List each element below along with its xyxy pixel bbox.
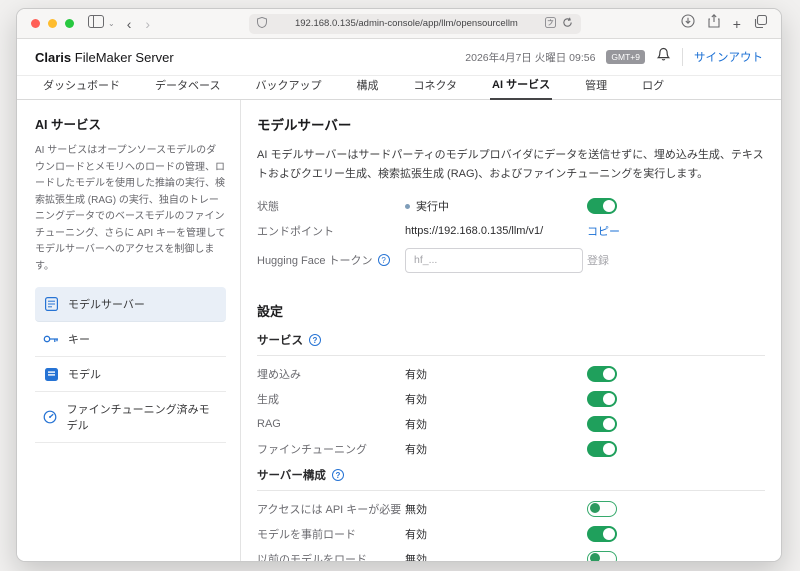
sidebar-item-keys[interactable]: キー xyxy=(35,322,226,357)
ai-services-sidebar: AI サービス AI サービスはオープンソースモデルのダウンロードとメモリへのロ… xyxy=(17,100,241,561)
tab-configuration[interactable]: 構成 xyxy=(354,77,380,99)
page-title: モデルサーバー xyxy=(257,114,765,134)
register-button[interactable]: 登録 xyxy=(587,252,609,268)
notifications-bell-icon[interactable] xyxy=(656,47,671,67)
tab-databases[interactable]: データベース xyxy=(153,77,222,99)
server-config-section-heading: サーバー構成? xyxy=(257,467,765,491)
browser-window: ⌄ ‹ › 192.168.0.135/admin-console/app/ll… xyxy=(16,8,782,562)
status-row: 状態 実行中 xyxy=(257,193,765,218)
sidebar-item-models[interactable]: モデル xyxy=(35,357,226,392)
share-icon[interactable] xyxy=(708,14,720,33)
sidebar-item-label: キー xyxy=(68,331,90,347)
back-button[interactable]: ‹ xyxy=(127,17,132,31)
service-row-rag: RAG 有効 xyxy=(257,411,765,436)
settings-title: 設定 xyxy=(257,301,765,320)
timezone-badge: GMT+9 xyxy=(606,50,645,64)
api-key-required-toggle[interactable] xyxy=(587,501,617,517)
hf-token-label: Hugging Face トークン xyxy=(257,252,373,268)
rag-toggle[interactable] xyxy=(587,416,617,432)
zoom-window-button[interactable] xyxy=(65,19,74,28)
signout-button[interactable]: サインアウト xyxy=(694,49,763,65)
server-config-help-icon[interactable]: ? xyxy=(332,469,344,481)
tab-connectors[interactable]: コネクタ xyxy=(411,77,459,99)
hf-token-input[interactable] xyxy=(405,248,583,273)
preload-models-toggle[interactable] xyxy=(587,526,617,542)
endpoint-row: エンドポイント https://192.168.0.135/llm/v1/ コピ… xyxy=(257,218,765,243)
brand-claris: Claris xyxy=(35,50,71,65)
tab-ai-services[interactable]: AI サービス xyxy=(490,76,552,100)
shield-icon xyxy=(257,15,267,33)
embeddings-toggle[interactable] xyxy=(587,366,617,382)
url-text: 192.168.0.135/admin-console/app/llm/open… xyxy=(273,18,539,29)
service-row-finetuning: ファインチューニング 有効 xyxy=(257,436,765,461)
reload-icon[interactable] xyxy=(562,15,573,33)
hf-token-help-icon[interactable]: ? xyxy=(378,254,390,266)
tab-logs[interactable]: ログ xyxy=(640,77,666,99)
endpoint-label: エンドポイント xyxy=(257,223,405,239)
server-datetime: 2026年4月7日 火曜日 09:56 xyxy=(465,50,595,65)
status-value: 実行中 xyxy=(405,198,587,214)
brand-product: FileMaker Server xyxy=(71,50,174,65)
page-description: AI モデルサーバーはサードパーティのモデルプロバイダにデータを送信せずに、埋め… xyxy=(257,146,765,183)
sidebar-item-finetuned-models[interactable]: ファインチューニング済みモデル xyxy=(35,392,226,443)
model-server-panel: モデルサーバー AI モデルサーバーはサードパーティのモデルプロバイダにデータを… xyxy=(241,100,781,561)
address-bar[interactable]: 192.168.0.135/admin-console/app/llm/open… xyxy=(249,14,581,34)
tab-dashboard[interactable]: ダッシュボード xyxy=(41,77,122,99)
main-nav: ダッシュボード データベース バックアップ 構成 コネクタ AI サービス 管理… xyxy=(17,76,781,100)
sidebar-title: AI サービス xyxy=(35,114,226,133)
model-server-icon xyxy=(43,297,59,311)
load-previous-models-toggle[interactable] xyxy=(587,551,617,561)
tab-backup[interactable]: バックアップ xyxy=(253,77,323,99)
downloads-icon[interactable] xyxy=(681,14,695,33)
copy-endpoint-button[interactable]: コピー xyxy=(587,223,620,239)
services-section-heading: サービス? xyxy=(257,332,765,356)
status-dot-icon xyxy=(405,204,410,209)
app-title: Claris FileMaker Server xyxy=(35,50,174,65)
status-label: 状態 xyxy=(257,198,405,214)
forward-button[interactable]: › xyxy=(145,17,150,31)
app-header: Claris FileMaker Server 2026年4月7日 火曜日 09… xyxy=(17,39,781,76)
hf-token-row: Hugging Face トークン? 登録 xyxy=(257,243,765,277)
service-row-generation: 生成 有効 xyxy=(257,386,765,411)
gauge-icon xyxy=(43,410,58,424)
sidebar-item-label: モデルサーバー xyxy=(68,296,145,312)
config-row-preload-models: モデルを事前ロード 有効 xyxy=(257,521,765,546)
close-window-button[interactable] xyxy=(31,19,40,28)
sidebar-description: AI サービスはオープンソースモデルのダウンロードとメモリへのロードの管理、ロー… xyxy=(35,143,226,275)
models-icon xyxy=(43,368,59,381)
tab-administration[interactable]: 管理 xyxy=(583,77,609,99)
endpoint-value: https://192.168.0.135/llm/v1/ xyxy=(405,225,587,237)
tab-overview-icon[interactable] xyxy=(754,15,767,33)
minimize-window-button[interactable] xyxy=(48,19,57,28)
sidebar-item-label: モデル xyxy=(68,366,101,382)
header-divider xyxy=(682,48,683,66)
config-row-api-key-required: アクセスには API キーが必要 無効 xyxy=(257,496,765,521)
key-icon xyxy=(43,334,59,344)
generation-toggle[interactable] xyxy=(587,391,617,407)
sidebar-item-model-server[interactable]: モデルサーバー xyxy=(35,287,226,322)
sidebar-toggle-icon[interactable] xyxy=(88,15,104,33)
services-help-icon[interactable]: ? xyxy=(309,334,321,346)
service-row-embeddings: 埋め込み 有効 xyxy=(257,361,765,386)
browser-toolbar: ⌄ ‹ › 192.168.0.135/admin-console/app/ll… xyxy=(17,9,781,39)
sidebar-item-label: ファインチューニング済みモデル xyxy=(67,401,218,433)
new-tab-icon[interactable]: + xyxy=(733,17,741,31)
window-controls xyxy=(31,19,74,28)
finetuning-toggle[interactable] xyxy=(587,441,617,457)
config-row-load-previous-models: 以前のモデルをロード 無効 xyxy=(257,546,765,561)
chevron-down-icon[interactable]: ⌄ xyxy=(108,19,115,28)
model-server-toggle[interactable] xyxy=(587,198,617,214)
translate-icon[interactable] xyxy=(545,15,556,33)
